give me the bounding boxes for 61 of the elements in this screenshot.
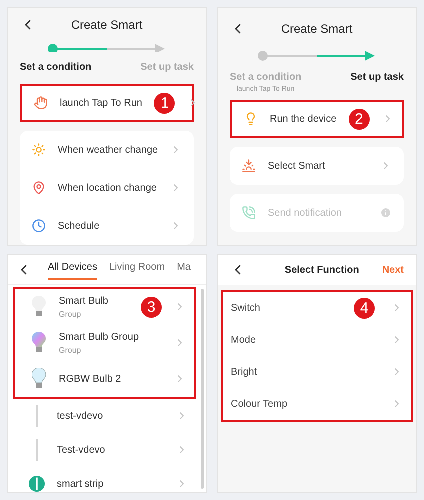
room-tab[interactable]: Living Room [109, 260, 166, 280]
device-row[interactable]: Smart Bulb Group Group [15, 325, 194, 361]
clock-icon [32, 219, 46, 233]
light-strip-icon [35, 439, 39, 461]
option-label: When weather change [58, 144, 158, 158]
lightbulb-icon [32, 368, 46, 390]
option-label: Run the device [270, 112, 337, 126]
device-row[interactable]: RGBW Bulb 2 [15, 361, 194, 397]
screen-title: Create Smart [70, 17, 144, 34]
function-row[interactable]: Mode [223, 324, 411, 356]
lightbulb-icon [244, 112, 258, 126]
device-name: smart strip [57, 478, 105, 492]
option-row[interactable]: When location change [20, 169, 194, 207]
option-label: Select Smart [268, 160, 326, 174]
info-icon [380, 207, 392, 219]
step-label: Set a condition [230, 71, 302, 85]
function-row[interactable]: Colour Temp [223, 388, 411, 420]
callout-number: 2 [348, 108, 370, 130]
option-row[interactable]: Schedule [20, 207, 194, 245]
device-name: Smart Bulb [59, 294, 110, 308]
device-subtitle: Group [59, 308, 82, 320]
device-name: Test-vdevo [57, 444, 106, 458]
screen-title: Create Smart [280, 21, 354, 38]
device-name: Smart Bulb Group [59, 330, 140, 344]
lightbulb-icon [32, 296, 46, 318]
room-tab[interactable]: Ma [177, 260, 191, 280]
function-label: Mode [231, 334, 256, 348]
device-row[interactable]: smart strip [13, 467, 196, 492]
function-row[interactable]: Bright [223, 356, 411, 388]
step-label: Set a condition [20, 61, 92, 76]
option-label: Schedule [58, 220, 101, 234]
sun-icon [32, 143, 46, 157]
device-row[interactable]: test-vdevo [13, 399, 196, 433]
device-row[interactable]: Smart Bulb Group 3 [15, 289, 194, 325]
callout-number: 4 [354, 298, 375, 318]
scrollbar[interactable] [201, 289, 204, 489]
room-tab[interactable]: All Devices [48, 260, 98, 280]
callout-number: 1 [154, 92, 176, 114]
function-label: Switch [231, 302, 260, 316]
phone-icon [242, 206, 256, 220]
option-row[interactable]: Select Smart [230, 147, 404, 185]
function-row[interactable]: Switch 4 [223, 292, 411, 324]
device-subtitle: Group [59, 344, 82, 356]
lightbulb-icon [32, 332, 46, 354]
option-row[interactable]: When weather change [20, 131, 194, 169]
screen-title: Select Function [284, 264, 360, 278]
option-label: When location change [58, 182, 158, 196]
function-label: Colour Temp [231, 398, 288, 412]
device-row[interactable]: Test-vdevo [13, 433, 196, 467]
light-strip-icon [35, 405, 39, 427]
callout-number: 3 [141, 296, 162, 318]
sunset-icon [242, 159, 256, 173]
function-label: Bright [231, 366, 258, 380]
device-name: test-vdevo [57, 410, 104, 424]
hand-icon [34, 96, 48, 110]
location-pin-icon [32, 181, 46, 195]
step-label: Set up task [350, 71, 404, 85]
option-label: Send notification [268, 206, 343, 220]
option-label: launch Tap To Run [60, 96, 142, 110]
device-name: RGBW Bulb 2 [59, 372, 122, 386]
step-label: Set up task [140, 61, 194, 76]
